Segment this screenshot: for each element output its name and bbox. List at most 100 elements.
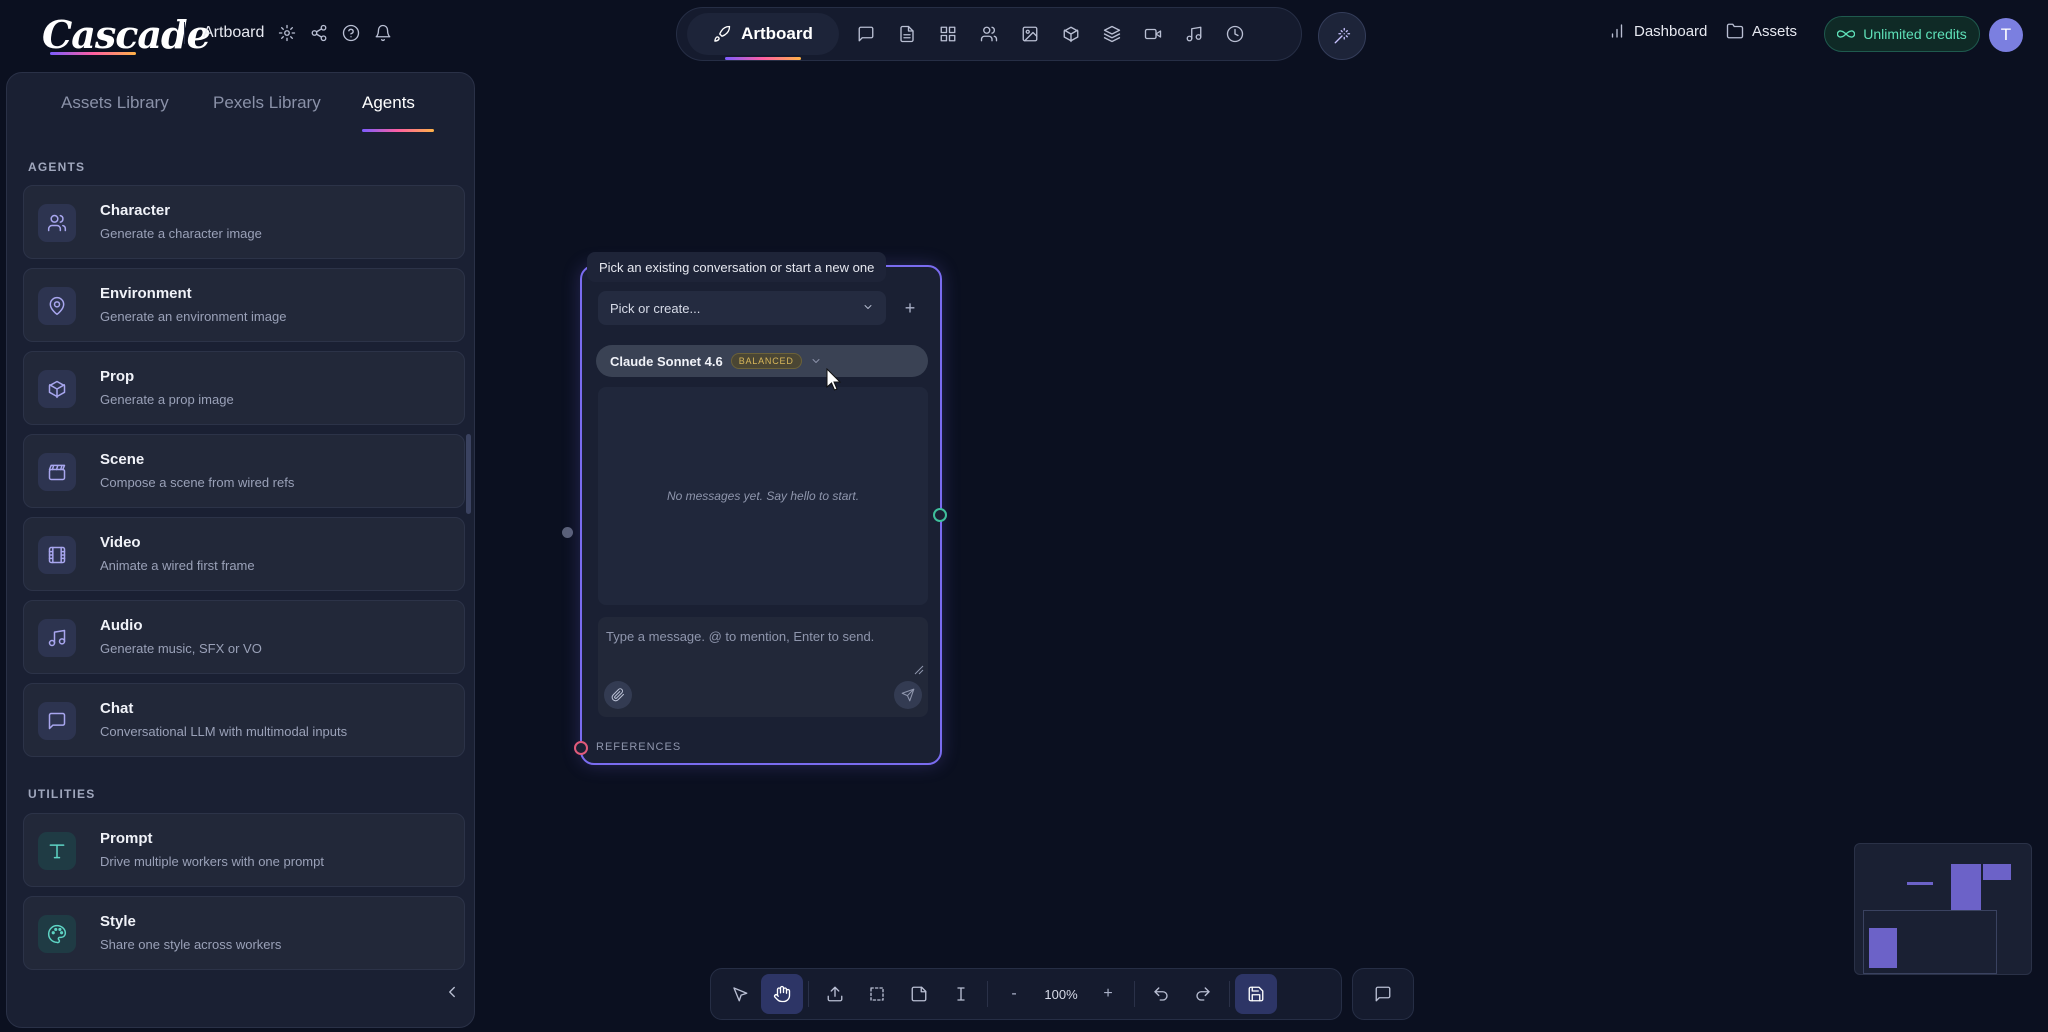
comments-button[interactable]: [1352, 968, 1414, 1020]
bell-icon[interactable]: [374, 24, 392, 42]
comment-icon: [1374, 985, 1392, 1003]
agent-description: Animate a wired first frame: [100, 558, 255, 573]
references-port[interactable]: [574, 741, 588, 755]
agent-card-environment[interactable]: Environment Generate an environment imag…: [23, 268, 465, 342]
map-pin-icon: [38, 287, 76, 325]
minimap-block: [1983, 864, 2011, 880]
new-conversation-button[interactable]: +: [896, 293, 924, 323]
agent-card-prop[interactable]: Prop Generate a prop image: [23, 351, 465, 425]
chat-node[interactable]: Pick or create... + Claude Sonnet 4.6 BA…: [580, 265, 942, 765]
hand-tool-button[interactable]: [761, 974, 803, 1014]
magic-wand-button[interactable]: [1318, 12, 1366, 60]
conversation-tooltip: Pick an existing conversation or start a…: [587, 252, 887, 282]
output-port[interactable]: [933, 508, 947, 522]
infinity-icon: [1837, 25, 1856, 43]
attach-button[interactable]: [604, 681, 632, 709]
select-tool-button[interactable]: [719, 974, 761, 1014]
rocket-icon: [713, 25, 731, 43]
message-list: No messages yet. Say hello to start.: [598, 387, 928, 605]
text-tool-button[interactable]: [940, 974, 982, 1014]
conversation-picker[interactable]: Pick or create...: [598, 291, 886, 325]
dashboard-label: Dashboard: [1634, 22, 1708, 40]
document-icon[interactable]: [898, 25, 916, 43]
utility-card-prompt[interactable]: Prompt Drive multiple workers with one p…: [23, 813, 465, 887]
agent-description: Conversational LLM with multimodal input…: [100, 724, 348, 739]
save-button[interactable]: [1235, 974, 1277, 1014]
model-badge: BALANCED: [730, 353, 802, 369]
utilities-heading: UTILITIES: [28, 787, 96, 801]
active-mode-underline: [725, 57, 801, 60]
agent-card-scene[interactable]: Scene Compose a scene from wired refs: [23, 434, 465, 508]
divider: [987, 981, 988, 1007]
dashboard-link[interactable]: Dashboard: [1608, 22, 1707, 40]
cube-icon: [38, 370, 76, 408]
panel-scrollbar[interactable]: [466, 434, 471, 514]
chat-icon[interactable]: [857, 25, 875, 43]
wand-icon: [1333, 27, 1351, 45]
credits-badge[interactable]: Unlimited credits: [1824, 16, 1980, 52]
artboard-mode-button[interactable]: Artboard: [687, 13, 839, 60]
grid-icon[interactable]: [939, 25, 957, 43]
agent-description: Generate an environment image: [100, 309, 287, 324]
input-port[interactable]: [562, 527, 573, 538]
resize-grip-icon[interactable]: [914, 665, 924, 675]
agent-description: Generate a prop image: [100, 392, 234, 407]
message-composer: [598, 617, 928, 717]
divider: [184, 22, 185, 44]
users-icon[interactable]: [980, 25, 998, 43]
layers-icon[interactable]: [1103, 25, 1121, 43]
bar-chart-icon: [1608, 22, 1626, 40]
agent-card-character[interactable]: Character Generate a character image: [23, 185, 465, 259]
zoom-out-button[interactable]: -: [993, 985, 1035, 1003]
music-icon: [38, 619, 76, 657]
film-icon: [38, 536, 76, 574]
pointer-icon: [731, 985, 749, 1003]
credits-label: Unlimited credits: [1863, 26, 1967, 42]
model-selector[interactable]: Claude Sonnet 4.6 BALANCED: [596, 345, 928, 377]
collapse-panel-button[interactable]: [443, 983, 461, 1001]
agent-card-audio[interactable]: Audio Generate music, SFX or VO: [23, 600, 465, 674]
history-icon[interactable]: [1226, 25, 1244, 43]
project-header: Artboard: [184, 22, 392, 44]
assets-link[interactable]: Assets: [1726, 22, 1797, 40]
image-icon[interactable]: [1021, 25, 1039, 43]
share-icon[interactable]: [310, 24, 328, 42]
minimap[interactable]: [1854, 843, 2032, 975]
tab-agents[interactable]: Agents: [362, 93, 415, 113]
panel-tabs: Assets Library Pexels Library Agents: [7, 73, 474, 133]
send-button[interactable]: [894, 681, 922, 709]
frame-tool-button[interactable]: [856, 974, 898, 1014]
agent-title: Prop: [100, 368, 135, 385]
user-avatar[interactable]: T: [1989, 18, 2023, 52]
project-name[interactable]: Artboard: [203, 24, 264, 42]
mode-switcher: Artboard: [676, 7, 1302, 61]
help-icon[interactable]: [342, 24, 360, 42]
cube-icon[interactable]: [1062, 25, 1080, 43]
agent-title: Chat: [100, 700, 134, 717]
artboard-mode-label: Artboard: [741, 24, 813, 43]
assets-panel: Assets Library Pexels Library Agents AGE…: [6, 72, 475, 1028]
redo-button[interactable]: [1182, 974, 1224, 1014]
utility-title: Style: [100, 913, 136, 930]
video-icon[interactable]: [1144, 25, 1162, 43]
mouse-cursor-icon: [826, 368, 842, 391]
mode-icons: [857, 25, 1244, 43]
agent-card-chat[interactable]: Chat Conversational LLM with multimodal …: [23, 683, 465, 757]
agent-card-video[interactable]: Video Animate a wired first frame: [23, 517, 465, 591]
utility-description: Drive multiple workers with one prompt: [100, 854, 324, 869]
tab-pexels-library[interactable]: Pexels Library: [213, 93, 321, 113]
undo-button[interactable]: [1140, 974, 1182, 1014]
empty-state-text: No messages yet. Say hello to start.: [666, 489, 860, 503]
music-icon[interactable]: [1185, 25, 1203, 43]
settings-icon[interactable]: [278, 24, 296, 42]
assets-label: Assets: [1752, 22, 1798, 40]
sticky-note-button[interactable]: [898, 974, 940, 1014]
zoom-in-button[interactable]: +: [1087, 985, 1129, 1003]
upload-button[interactable]: [814, 974, 856, 1014]
palette-icon: [38, 915, 76, 953]
tab-assets-library[interactable]: Assets Library: [61, 93, 169, 113]
message-input[interactable]: [598, 617, 928, 679]
utility-card-style[interactable]: Style Share one style across workers: [23, 896, 465, 970]
minimap-viewport[interactable]: [1863, 910, 1997, 974]
chevron-left-icon: [449, 986, 455, 998]
